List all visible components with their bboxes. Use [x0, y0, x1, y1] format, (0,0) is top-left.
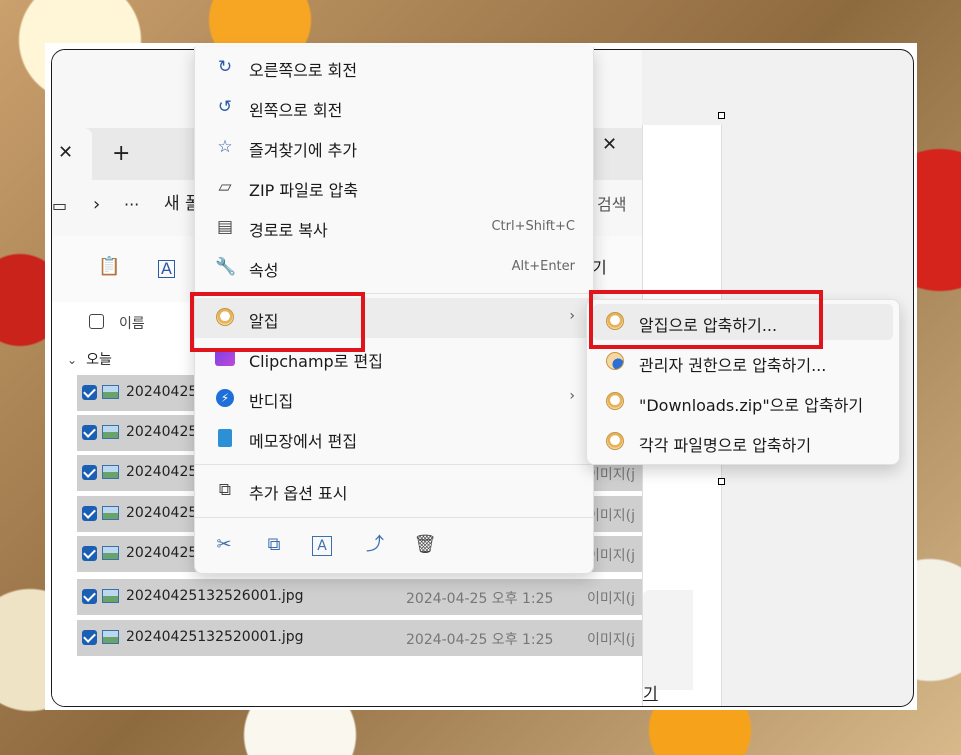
- row-checkbox[interactable]: [82, 385, 97, 400]
- menu-item-more-options[interactable]: ⧉ 추가 옵션 표시: [195, 470, 593, 510]
- rotate-right-icon: ↻: [217, 57, 233, 77]
- new-tab-button[interactable]: +: [112, 143, 130, 165]
- menu-item-add-favorites[interactable]: ☆ 즐겨찾기에 추가: [195, 127, 593, 167]
- wrench-icon: 🔧: [215, 257, 237, 277]
- file-type: 이미지(j: [587, 467, 635, 483]
- file-name: 20240425132520001.jpg: [126, 629, 304, 645]
- menu-item-label: 추가 옵션 표시: [249, 484, 348, 503]
- file-date: 2024-04-25 오후 1:25: [406, 591, 554, 607]
- image-file-icon: [102, 630, 119, 644]
- table-row[interactable]: 20240425132520001.jpg 2024-04-25 오후 1:25…: [77, 620, 642, 656]
- submenu-item-label: 각각 파일명으로 압축하기: [639, 436, 812, 455]
- highlight-box-alzip: [190, 292, 365, 352]
- submenu-arrow-icon: ›: [569, 308, 575, 324]
- selection-handle[interactable]: [718, 478, 725, 485]
- group-today-label: 오늘: [86, 352, 112, 368]
- menu-item-shortcut: Alt+Enter: [511, 259, 575, 274]
- submenu-item-compress-admin[interactable]: 관리자 권한으로 압축하기...: [593, 344, 893, 380]
- select-all-checkbox[interactable]: [89, 314, 104, 329]
- menu-item-rotate-left[interactable]: ↺ 왼쪽으로 회전: [195, 87, 593, 127]
- rename-icon[interactable]: A: [312, 536, 332, 556]
- notepad-icon: [215, 428, 235, 448]
- file-type: 이미지(j: [587, 548, 635, 564]
- row-checkbox[interactable]: [82, 589, 97, 604]
- submenu-item-label: "Downloads.zip"으로 압축하기: [639, 396, 864, 415]
- menu-item-copy-path[interactable]: ▤ 경로로 복사 Ctrl+Shift+C: [195, 207, 593, 247]
- menu-separator: [195, 517, 593, 518]
- row-checkbox[interactable]: [82, 425, 97, 440]
- delete-icon[interactable]: 🗑: [413, 533, 437, 557]
- menu-item-label: 반디집: [249, 392, 294, 411]
- search-box-label[interactable]: 검색: [597, 197, 626, 213]
- background-fragment-label: 기: [643, 684, 658, 703]
- submenu-arrow-icon: ›: [569, 388, 575, 404]
- row-checkbox[interactable]: [82, 465, 97, 480]
- admin-shield-icon: [605, 352, 625, 372]
- selection-handle[interactable]: [718, 112, 725, 119]
- zip-folder-icon: ▱: [218, 177, 232, 197]
- tab-current[interactable]: ✕: [52, 128, 92, 180]
- menu-item-label: 속성: [249, 261, 279, 280]
- menu-item-bandizip[interactable]: ⚡ 반디집 ›: [195, 378, 593, 418]
- submenu-item-label: 관리자 권한으로 압축하기...: [639, 356, 827, 375]
- computer-icon[interactable]: ▭: [52, 198, 67, 214]
- rotate-left-icon: ↺: [217, 97, 233, 117]
- background-panel: [643, 590, 693, 690]
- menu-item-label: 메모장에서 편집: [249, 432, 358, 451]
- bandizip-icon: ⚡: [215, 388, 235, 408]
- submenu-item-compress-each[interactable]: 각각 파일명으로 압축하기: [593, 424, 893, 460]
- menu-item-zip-compress[interactable]: ▱ ZIP 파일로 압축: [195, 167, 593, 207]
- file-type: 이미지(j: [587, 591, 635, 607]
- file-name: 20240425132526001.jpg: [126, 588, 304, 604]
- menu-item-rotate-right[interactable]: ↻ 오른쪽으로 회전: [195, 47, 593, 87]
- chevron-down-icon: ⌄: [67, 353, 78, 367]
- paste-icon[interactable]: 📋: [98, 258, 120, 276]
- breadcrumb-more-button[interactable]: ···: [124, 197, 139, 213]
- image-file-icon: [102, 385, 119, 399]
- file-type: 이미지(j: [587, 632, 635, 648]
- menu-item-shortcut: Ctrl+Shift+C: [491, 219, 575, 234]
- more-options-icon: ⧉: [218, 480, 232, 500]
- file-type: 이미지(j: [587, 508, 635, 524]
- star-icon: ☆: [217, 137, 233, 157]
- row-checkbox[interactable]: [82, 630, 97, 645]
- copy-icon[interactable]: ⧉: [262, 533, 286, 557]
- row-checkbox[interactable]: [82, 546, 97, 561]
- menu-item-label: ZIP 파일로 압축: [249, 181, 359, 200]
- menu-item-notepad[interactable]: 메모장에서 편집: [195, 418, 593, 458]
- close-window-icon[interactable]: ✕: [602, 136, 617, 154]
- menu-item-label: 경로로 복사: [249, 221, 328, 240]
- menu-item-properties[interactable]: 🔧 속성 Alt+Enter: [195, 247, 593, 287]
- image-file-icon: [102, 425, 119, 439]
- menu-item-label: 왼쪽으로 회전: [249, 101, 343, 120]
- image-file-icon: [102, 589, 119, 603]
- copy-path-icon: ▤: [216, 217, 234, 237]
- image-file-icon: [102, 506, 119, 520]
- highlight-box-compress: [589, 290, 823, 349]
- rename-icon[interactable]: A: [158, 260, 175, 278]
- cut-icon[interactable]: ✂: [212, 533, 236, 557]
- table-row[interactable]: 20240425132526001.jpg 2024-04-25 오후 1:25…: [77, 579, 642, 615]
- group-today[interactable]: ⌄ 오늘: [67, 349, 112, 369]
- menu-separator: [195, 464, 593, 465]
- alzip-icon: [605, 432, 625, 452]
- chevron-right-icon[interactable]: ›: [93, 196, 100, 214]
- submenu-item-compress-downloads-zip[interactable]: "Downloads.zip"으로 압축하기: [593, 384, 893, 420]
- menu-item-label: 오른쪽으로 회전: [249, 61, 358, 80]
- file-date: 2024-04-25 오후 1:25: [406, 632, 554, 648]
- image-file-icon: [102, 546, 119, 560]
- menu-item-label: 즐겨찾기에 추가: [249, 141, 358, 160]
- share-icon[interactable]: ⤴: [363, 533, 387, 557]
- row-checkbox[interactable]: [82, 506, 97, 521]
- toolbar-right-label[interactable]: 기: [592, 260, 607, 276]
- column-name-header[interactable]: 이름: [119, 313, 145, 333]
- image-file-icon: [102, 465, 119, 479]
- alzip-icon: [605, 392, 625, 412]
- close-tab-icon[interactable]: ✕: [58, 144, 73, 162]
